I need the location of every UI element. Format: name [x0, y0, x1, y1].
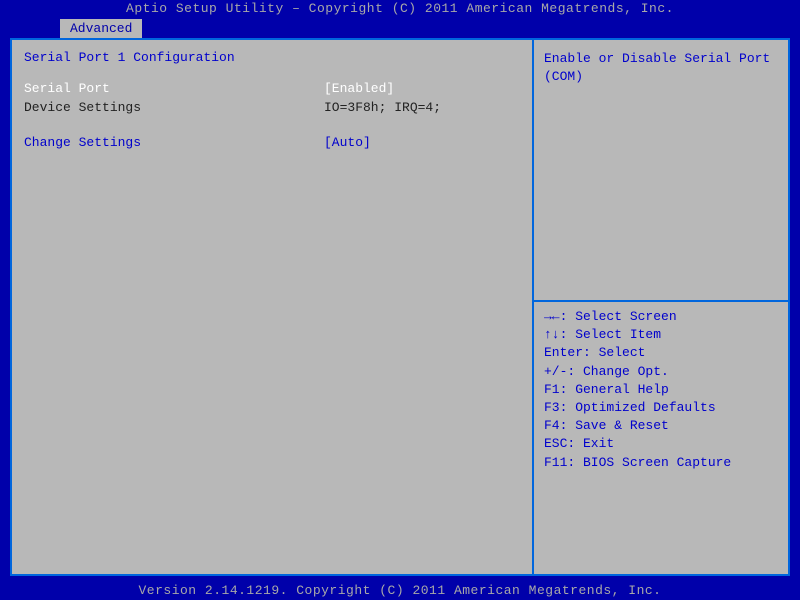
footer: Version 2.14.1219. Copyright (C) 2011 Am… — [0, 582, 800, 600]
help-line-2: (COM) — [544, 68, 778, 86]
serial-port-label: Serial Port — [24, 81, 324, 96]
row-device-settings: Device Settings IO=3F8h; IRQ=4; — [24, 100, 520, 115]
title-bar: Aptio Setup Utility – Copyright (C) 2011… — [0, 0, 800, 18]
key-hints: →←: Select Screen ↑↓: Select Item Enter:… — [544, 308, 778, 472]
main-box: Serial Port 1 Configuration Serial Port … — [10, 38, 790, 576]
key-hints-box: →←: Select Screen ↑↓: Select Item Enter:… — [544, 300, 778, 564]
help-box: Enable or Disable Serial Port (COM) — [544, 50, 778, 300]
device-settings-value: IO=3F8h; IRQ=4; — [324, 100, 520, 115]
serial-port-value: [Enabled] — [324, 81, 520, 96]
title-text: Aptio Setup Utility – Copyright (C) 2011… — [126, 1, 674, 16]
section-title: Serial Port 1 Configuration — [24, 50, 520, 65]
bios-screen: Aptio Setup Utility – Copyright (C) 2011… — [0, 0, 800, 600]
tab-row: Advanced — [0, 18, 800, 38]
row-change-settings[interactable]: Change Settings [Auto] — [24, 135, 520, 150]
hint-f4: F4: Save & Reset — [544, 417, 778, 435]
help-line-1: Enable or Disable Serial Port — [544, 50, 778, 68]
hint-f11: F11: BIOS Screen Capture — [544, 454, 778, 472]
tab-advanced-label: Advanced — [70, 21, 132, 36]
hint-change-opt: +/-: Change Opt. — [544, 363, 778, 381]
hint-f1: F1: General Help — [544, 381, 778, 399]
footer-text: Version 2.14.1219. Copyright (C) 2011 Am… — [139, 583, 662, 598]
device-settings-label: Device Settings — [24, 100, 324, 115]
hint-select-item: ↑↓: Select Item — [544, 326, 778, 344]
hint-esc: ESC: Exit — [544, 435, 778, 453]
spacer — [24, 119, 520, 135]
right-pane: Enable or Disable Serial Port (COM) →←: … — [534, 40, 788, 574]
hint-f3: F3: Optimized Defaults — [544, 399, 778, 417]
row-serial-port[interactable]: Serial Port [Enabled] — [24, 81, 520, 96]
tab-advanced[interactable]: Advanced — [60, 19, 142, 38]
left-pane: Serial Port 1 Configuration Serial Port … — [12, 40, 532, 574]
hint-select-screen: →←: Select Screen — [544, 308, 778, 326]
hint-enter: Enter: Select — [544, 344, 778, 362]
help-divider — [534, 300, 788, 302]
change-settings-label: Change Settings — [24, 135, 324, 150]
change-settings-value: [Auto] — [324, 135, 520, 150]
